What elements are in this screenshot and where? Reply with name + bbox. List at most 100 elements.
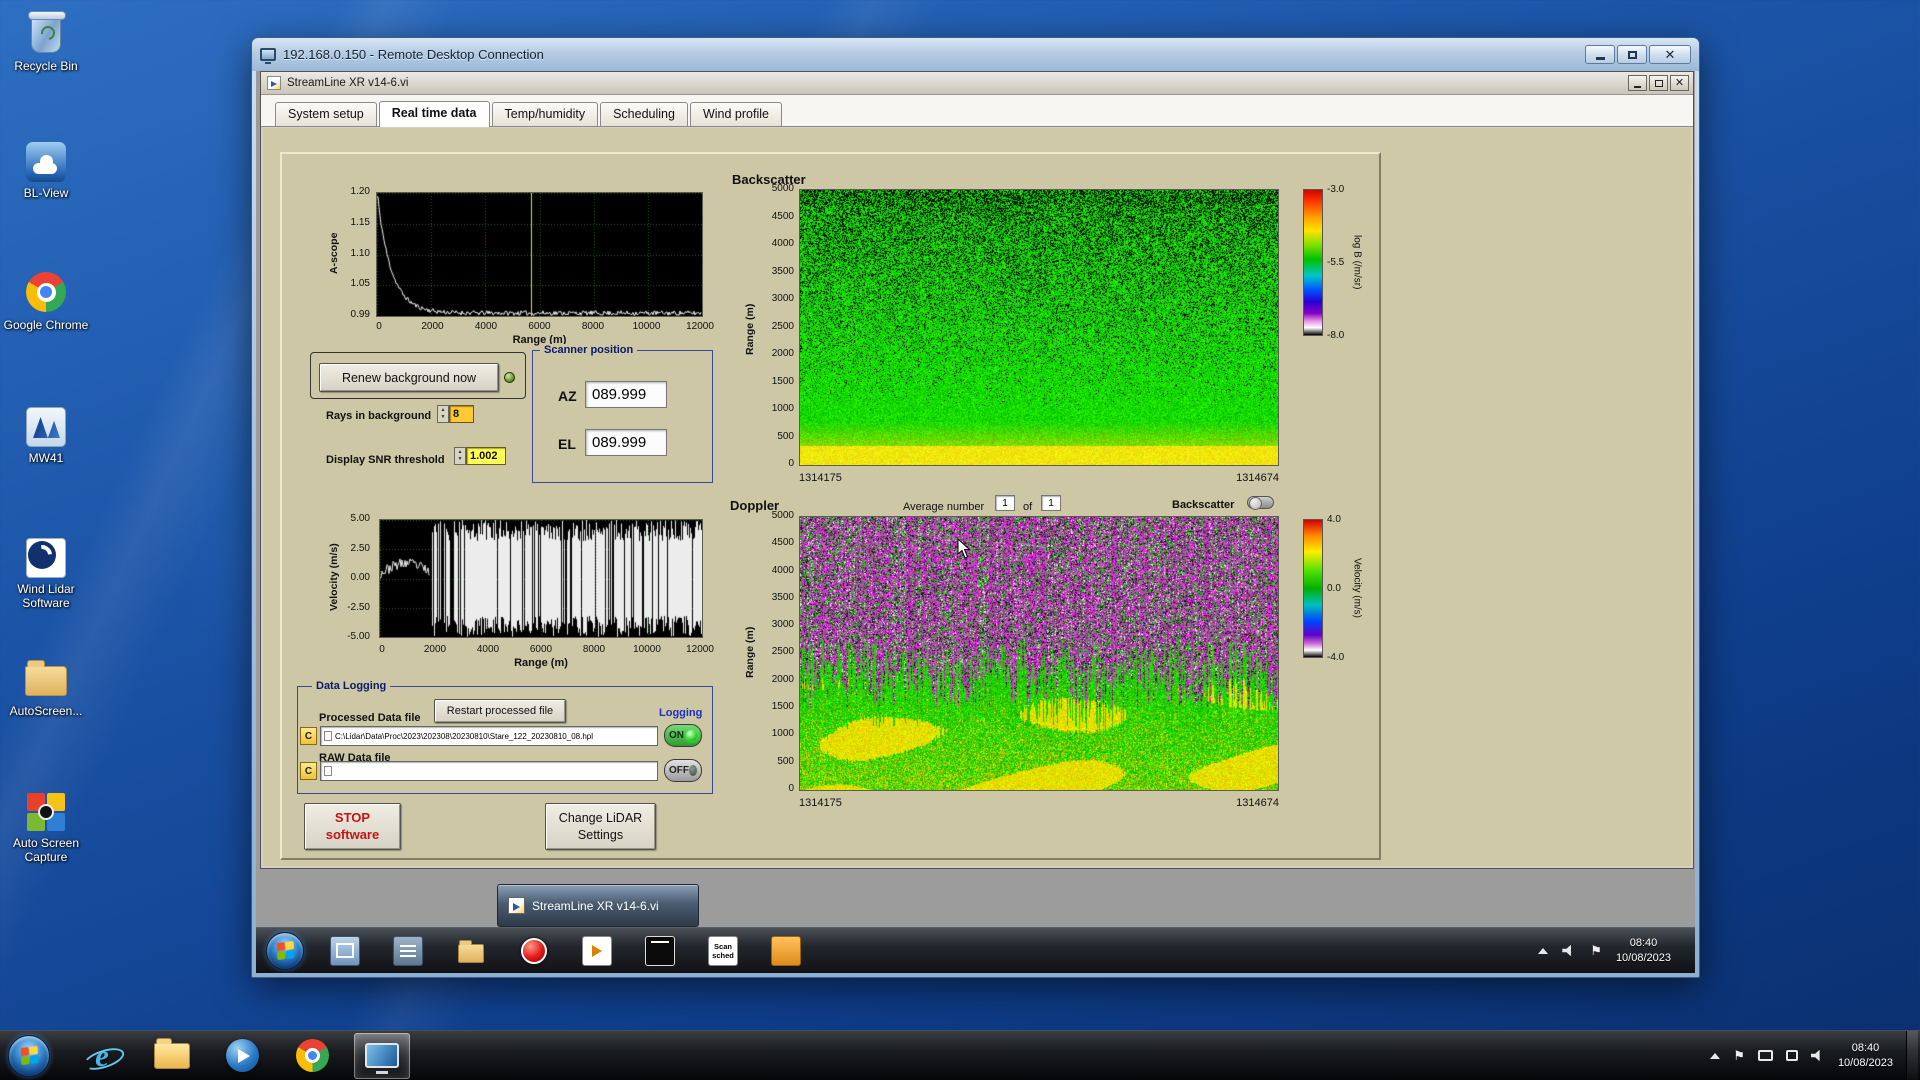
remote-window-button-label: StreamLine XR v14-6.vi (532, 898, 659, 913)
desktop-icon-autoscreen[interactable]: AutoScreen... (2, 658, 90, 719)
remote-start-button[interactable] (266, 931, 304, 970)
app-window-title: StreamLine XR v14-6.vi (287, 77, 409, 89)
az-label: AZ (558, 388, 577, 404)
volume-icon[interactable] (1810, 1049, 1820, 1062)
change-lidar-settings-button[interactable]: Change LiDAR Settings (545, 803, 656, 850)
desktop-icon-label: Wind Lidar Software (17, 582, 75, 610)
rays-in-background-label: Rays in background (326, 410, 432, 422)
taskbar-internet-explorer-button[interactable]: e (74, 1033, 130, 1079)
snr-threshold-label: Display SNR threshold (326, 454, 445, 466)
backscatter-x-start: 1314175 (799, 472, 842, 484)
stop-software-button[interactable]: STOP software (304, 803, 401, 850)
snr-spinner[interactable]: ▲ ▼ (454, 447, 466, 465)
renew-background-button[interactable]: Renew background now (319, 363, 499, 392)
app-minimize-button[interactable] (1628, 75, 1647, 91)
rdp-maximize-button[interactable] (1617, 45, 1647, 64)
window-app-icon[interactable] (330, 935, 360, 966)
tab-system-setup[interactable]: System setup (275, 102, 377, 126)
folder-icon[interactable] (456, 936, 486, 966)
app-maximize-button[interactable] (1649, 75, 1668, 91)
auto-screen-capture-icon (23, 790, 69, 834)
average-number-field[interactable]: 1 (995, 495, 1015, 511)
ascope-plot (376, 192, 703, 317)
remote-desktop-background: StreamLine XR v14-6.vi Scan sched ⚑ 08:4… (256, 869, 1695, 973)
desktop-icon-wind-lidar[interactable]: Wind Lidar Software (2, 536, 90, 611)
of-label: of (1023, 501, 1033, 513)
show-desktop-button[interactable] (1906, 1030, 1918, 1080)
az-field[interactable]: 089.999 (585, 381, 667, 408)
raw-logging-toggle[interactable]: OFF (664, 759, 702, 782)
app-titlebar[interactable]: StreamLine XR v14-6.vi ✕ (261, 72, 1693, 95)
snr-value-field[interactable]: 1.002 (466, 447, 506, 465)
desktop-icon-recycle-bin[interactable]: Recycle Bin (2, 11, 90, 74)
remote-taskbar-window-button[interactable]: StreamLine XR v14-6.vi (497, 884, 699, 927)
internet-explorer-icon: e (84, 1038, 120, 1073)
remote-tray-expand-icon[interactable] (1538, 947, 1549, 954)
desktop-icon-bl-view[interactable]: BL-View (2, 140, 90, 201)
taskbar-clock[interactable]: 08:40 10/08/2023 (1838, 1041, 1893, 1071)
start-button[interactable] (8, 1034, 50, 1077)
labview-run-icon[interactable] (582, 935, 612, 966)
remote-action-center-icon[interactable]: ⚑ (1590, 944, 1602, 957)
tab-scheduling[interactable]: Scheduling (600, 102, 688, 126)
windows-flag-icon (20, 1045, 38, 1066)
desktop-icon-label: AutoScreen... (9, 704, 83, 718)
labview-app-icon (267, 76, 281, 90)
remote-volume-icon[interactable] (1562, 944, 1571, 957)
desktop-icon-mw41[interactable]: MW41 (2, 405, 90, 466)
remote-desktop-icon (260, 48, 276, 64)
rays-spinner[interactable]: ▲ ▼ (437, 405, 449, 423)
mw41-icon (23, 405, 69, 449)
grid-app-icon[interactable] (393, 935, 423, 966)
logging-on-led (686, 730, 697, 741)
tab-wind-profile[interactable]: Wind profile (689, 102, 782, 126)
el-label: EL (558, 436, 576, 452)
backscatter-ylabel: Range (m) (744, 303, 756, 356)
average-of-field[interactable]: 1 (1041, 495, 1061, 511)
raw-drive-button[interactable]: C (300, 762, 317, 780)
app-window: StreamLine XR v14-6.vi ✕ System setup Re… (260, 71, 1694, 869)
rays-value-field[interactable]: 8 (449, 405, 474, 423)
rdp-titlebar[interactable]: 192.168.0.150 - Remote Desktop Connectio… (252, 38, 1699, 71)
ascope-xticks: 0 2000 4000 6000 8000 10000 12000 (376, 321, 714, 332)
backscatter-toggle[interactable] (1247, 496, 1274, 510)
tab-temp-humidity[interactable]: Temp/humidity (491, 102, 599, 126)
file-icon (324, 766, 332, 776)
remote-desktop-session: StreamLine XR v14-6.vi ✕ System setup Re… (256, 71, 1695, 973)
backscatter-yticks: 5000 4500 4000 3500 3000 2500 2000 1500 1000 500 0 (771, 183, 794, 469)
action-center-icon[interactable]: ⚑ (1733, 1049, 1745, 1062)
backscatter-toggle-label: Backscatter (1172, 499, 1235, 511)
taskbar-media-player-button[interactable] (214, 1033, 270, 1079)
tab-real-time-data[interactable]: Real time data (378, 101, 490, 127)
velocity-plot (379, 519, 703, 638)
desktop-icon-google-chrome[interactable]: Google Chrome (2, 270, 90, 333)
processed-data-file-label: Processed Data file (319, 712, 421, 724)
remote-taskbar-clock[interactable]: 08:40 10/08/2023 (1616, 936, 1671, 966)
restart-processed-file-button[interactable]: Restart processed file (434, 699, 566, 723)
labview-icon (508, 897, 525, 914)
el-field[interactable]: 089.999 (585, 429, 667, 456)
rdp-close-button[interactable]: ✕ (1649, 45, 1691, 64)
network-icon[interactable] (1785, 1050, 1798, 1061)
logging-off-led (689, 765, 697, 776)
desktop-icon-auto-screen-capture[interactable]: Auto Screen Capture (2, 790, 90, 865)
tray-expand-icon[interactable] (1710, 1052, 1721, 1059)
rdp-minimize-button[interactable] (1585, 45, 1615, 64)
folder-icon (154, 1037, 190, 1069)
scan-sched-icon[interactable]: Scan sched (708, 935, 738, 966)
orange-folder-icon[interactable] (771, 935, 801, 966)
raw-path-field[interactable] (320, 761, 658, 781)
taskbar-rdp-button[interactable] (354, 1032, 410, 1079)
display-tray-icon[interactable] (1757, 1050, 1773, 1061)
power-icon[interactable] (519, 936, 549, 966)
terminal-icon[interactable] (645, 935, 675, 966)
processed-path-field[interactable]: C:\Lidar\Data\Proc\2023\202308\20230810\… (320, 726, 658, 746)
processed-drive-button[interactable]: C (300, 727, 317, 745)
processed-logging-toggle[interactable]: ON (664, 724, 702, 747)
app-close-button[interactable]: ✕ (1670, 75, 1689, 91)
taskbar-chrome-button[interactable] (284, 1033, 340, 1079)
taskbar-explorer-button[interactable] (144, 1033, 200, 1079)
doppler-colorbar (1303, 519, 1323, 658)
logging-label: Logging (659, 707, 703, 719)
desktop-icon-label: Recycle Bin (14, 59, 78, 73)
